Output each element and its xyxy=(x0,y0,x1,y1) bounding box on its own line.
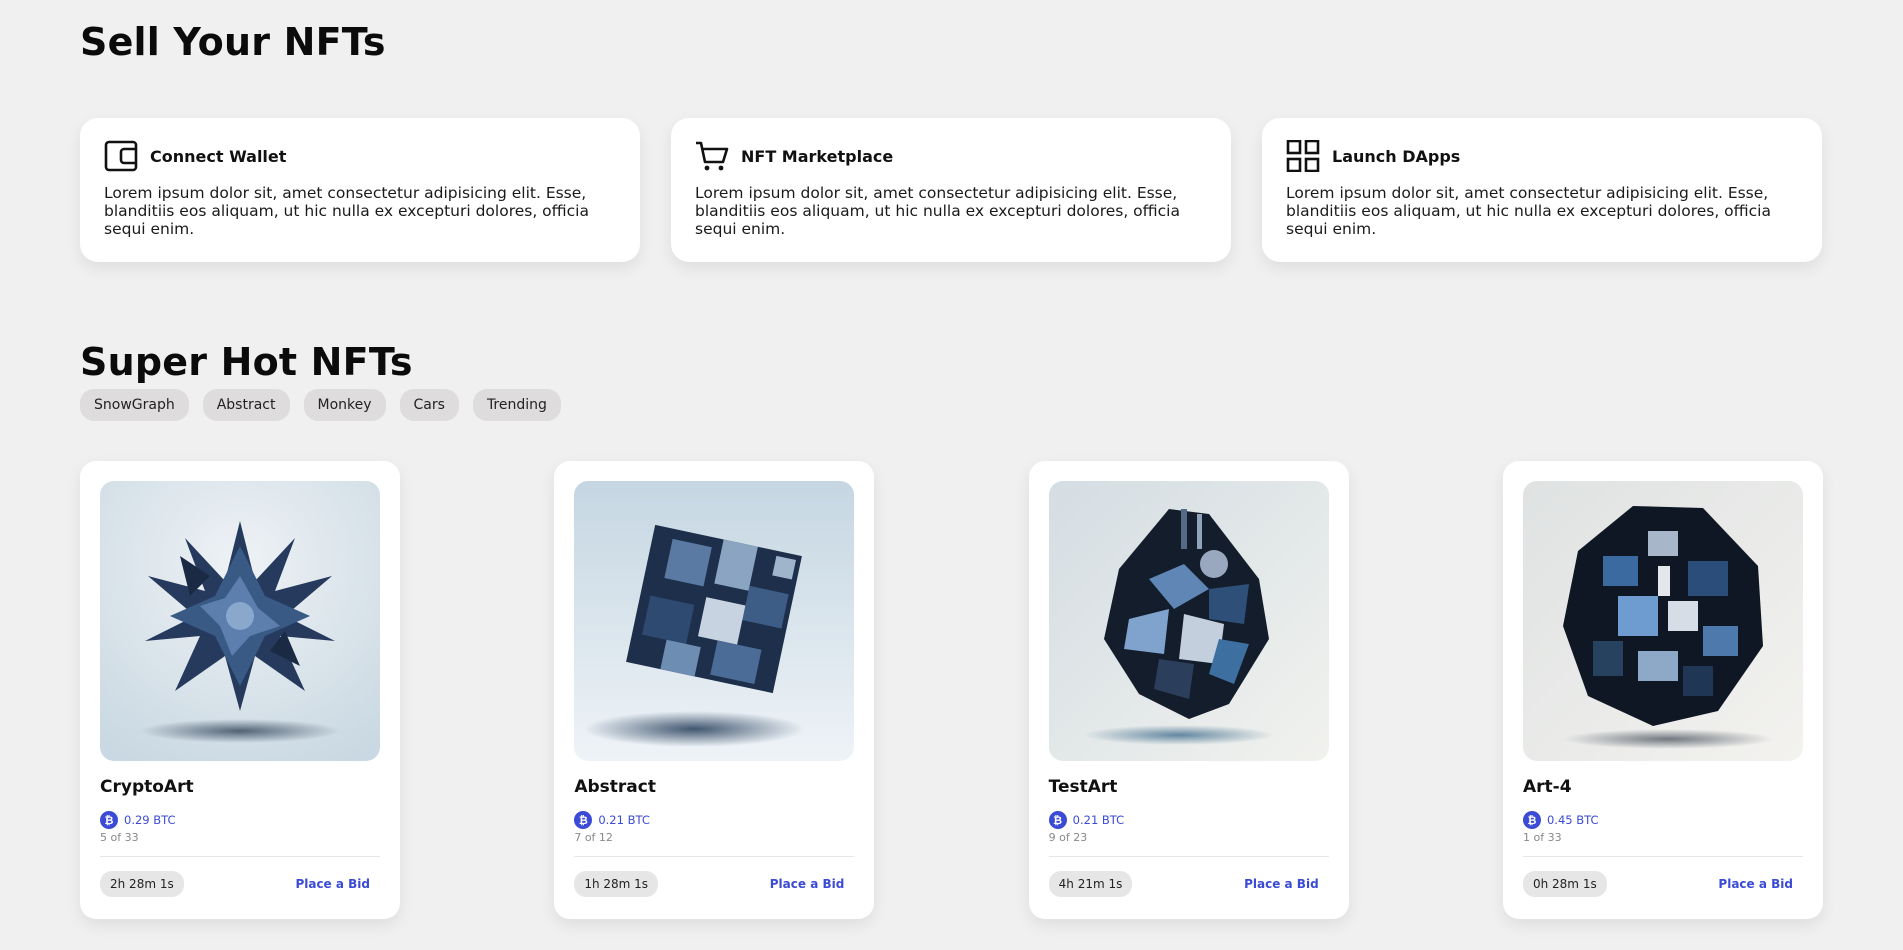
nft-price: 0.21 BTC xyxy=(598,813,650,827)
nft-edition: 5 of 33 xyxy=(100,831,139,844)
bitcoin-icon: ₿ xyxy=(1522,811,1541,829)
nft-image[interactable] xyxy=(1522,481,1803,761)
card-divider xyxy=(574,856,855,857)
feature-description: Lorem ipsum dolor sit, amet consectetur … xyxy=(695,184,1180,238)
feature-card-connect-wallet: Connect Wallet Lorem ipsum dolor sit, am… xyxy=(80,118,640,262)
bitcoin-icon: ₿ xyxy=(1048,811,1067,829)
bitcoin-icon: ₿ xyxy=(100,811,118,829)
nft-title: TestArt xyxy=(1048,777,1118,797)
feature-title: NFT Marketplace xyxy=(741,146,894,166)
tag-trending[interactable]: Trending xyxy=(472,389,561,421)
auction-timer: 4h 21m 1s xyxy=(1048,871,1133,897)
nft-card: Abstract ₿ 0.21 BTC 7 of 12 1h 28m 1s Pl… xyxy=(554,461,875,919)
nft-price: 0.45 BTC xyxy=(1546,813,1599,827)
nft-card-list: CryptoArt ₿ 0.29 BTC 5 of 33 2h 28m 1s P… xyxy=(80,461,1823,919)
tag-abstract[interactable]: Abstract xyxy=(202,389,290,421)
auction-timer: 0h 28m 1s xyxy=(1522,871,1607,897)
nft-image[interactable] xyxy=(100,481,380,761)
nft-image[interactable] xyxy=(574,481,855,761)
tag-snowgraph[interactable]: SnowGraph xyxy=(80,389,189,421)
nft-title: CryptoArt xyxy=(100,777,194,797)
place-bid-button[interactable]: Place a Bid xyxy=(1718,877,1803,891)
hot-section-title: Super Hot NFTs xyxy=(80,340,413,384)
tag-cars[interactable]: Cars xyxy=(399,389,459,421)
feature-description: Lorem ipsum dolor sit, amet consectetur … xyxy=(104,184,589,238)
category-tags: SnowGraph Abstract Monkey Cars Trending xyxy=(80,389,561,421)
cart-icon xyxy=(695,140,729,172)
auction-timer: 1h 28m 1s xyxy=(574,871,659,897)
feature-card-launch-dapps: Launch DApps Lorem ipsum dolor sit, amet… xyxy=(1262,118,1822,262)
place-bid-button[interactable]: Place a Bid xyxy=(770,877,855,891)
nft-image[interactable] xyxy=(1048,481,1329,761)
card-divider xyxy=(1522,856,1803,857)
sell-section-title: Sell Your NFTs xyxy=(80,20,386,64)
nft-title: Art-4 xyxy=(1522,777,1572,797)
feature-title: Launch DApps xyxy=(1332,146,1461,166)
card-divider xyxy=(1048,856,1329,857)
place-bid-button[interactable]: Place a Bid xyxy=(1244,877,1329,891)
grid-icon xyxy=(1286,140,1320,172)
nft-edition: 9 of 23 xyxy=(1048,831,1088,844)
nft-price: 0.29 BTC xyxy=(124,813,176,827)
nft-edition: 1 of 33 xyxy=(1522,831,1562,844)
feature-description: Lorem ipsum dolor sit, amet consectetur … xyxy=(1286,184,1771,238)
nft-card: CryptoArt ₿ 0.29 BTC 5 of 33 2h 28m 1s P… xyxy=(80,461,400,919)
feature-cards: Connect Wallet Lorem ipsum dolor sit, am… xyxy=(80,118,1823,262)
nft-title: Abstract xyxy=(574,777,656,797)
card-divider xyxy=(100,856,380,857)
nft-card: TestArt ₿ 0.21 BTC 9 of 23 4h 21m 1s Pla… xyxy=(1028,461,1349,919)
nft-edition: 7 of 12 xyxy=(574,831,613,844)
tag-monkey[interactable]: Monkey xyxy=(303,389,386,421)
feature-title: Connect Wallet xyxy=(150,146,287,166)
nft-card: Art-4 ₿ 0.45 BTC 1 of 33 0h 28m 1s Place… xyxy=(1502,461,1823,919)
auction-timer: 2h 28m 1s xyxy=(100,871,184,897)
bitcoin-icon: ₿ xyxy=(574,811,593,829)
place-bid-button[interactable]: Place a Bid xyxy=(295,877,380,891)
wallet-icon xyxy=(104,140,138,172)
feature-card-nft-marketplace: NFT Marketplace Lorem ipsum dolor sit, a… xyxy=(671,118,1231,262)
nft-price: 0.21 BTC xyxy=(1072,813,1125,827)
